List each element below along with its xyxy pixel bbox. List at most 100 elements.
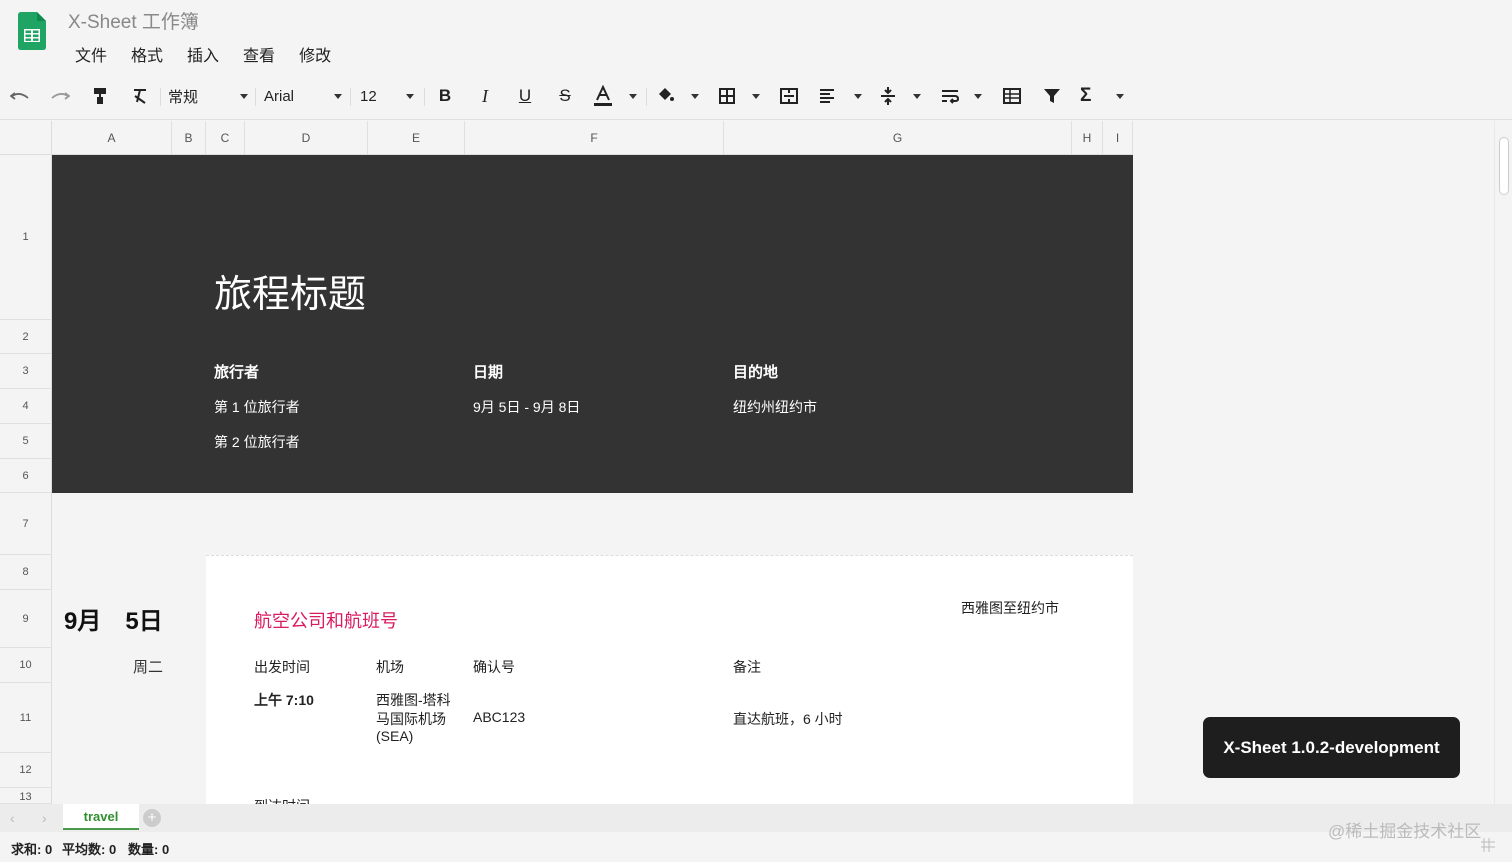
font-size-select[interactable]: 12 [360,84,414,108]
number-format-select[interactable]: 常规 [168,84,248,108]
italic-icon[interactable]: I [473,84,497,108]
airport-value-line-1[interactable]: 西雅图-塔科 [376,690,451,710]
chevron-down-icon [629,93,637,99]
borders-icon[interactable] [718,84,760,108]
number-format-value: 常规 [168,88,199,106]
column-header-b[interactable]: B [172,121,206,155]
traveler-2[interactable]: 第 2 位旅行者 [214,432,300,452]
date-value[interactable]: 9月 5日 - 9月 8日 [473,397,580,417]
filter-icon[interactable] [1040,84,1064,108]
date-label[interactable]: 日期 [473,361,503,382]
route-text[interactable]: 西雅图至纽约市 [961,598,1059,618]
airport-label[interactable]: 机场 [376,657,404,677]
confirmation-label[interactable]: 确认号 [473,657,515,677]
destination-label[interactable]: 目的地 [733,361,778,382]
arrival-time-label[interactable]: 到达时间 [254,796,310,804]
departure-time-label[interactable]: 出发时间 [254,657,310,677]
column-header-a[interactable]: A [52,121,172,155]
paint-format-icon[interactable] [88,84,112,108]
row-header-10[interactable]: 10 [0,648,52,683]
toolbar-divider [160,88,161,106]
clear-format-icon[interactable] [128,84,152,108]
text-color-icon[interactable] [593,84,637,108]
traveler-label[interactable]: 旅行者 [214,361,259,382]
sheets-logo-icon [18,12,46,50]
menu-edit[interactable]: 修改 [299,42,331,66]
row-header-8[interactable]: 8 [0,555,52,590]
vertical-align-icon[interactable] [879,84,921,108]
text-wrap-icon[interactable] [940,84,982,108]
airport-value-line-2[interactable]: 马国际机场 [376,709,446,729]
merge-cells-icon[interactable] [777,84,801,108]
fill-color-icon[interactable] [655,84,699,108]
workbook-title[interactable]: X-Sheet 工作簿 [68,7,199,34]
notes-value[interactable]: 直达航班，6 小时 [733,709,843,729]
column-header-e[interactable]: E [368,121,465,155]
row-header-11[interactable]: 11 [0,683,52,753]
column-header-h[interactable]: H [1072,121,1103,155]
airport-value-line-3[interactable]: (SEA) [376,728,413,744]
flight-title[interactable]: 航空公司和航班号 [254,607,398,633]
row-header-4[interactable]: 4 [0,389,52,424]
row-header-1[interactable]: 1 [0,155,52,320]
status-count: 数量: 0 [128,842,170,857]
sheet-grid[interactable]: A B C D E F G H I 1 2 3 4 5 6 7 8 9 10 1… [0,121,1494,804]
spreadsheet-app: X-Sheet 工作簿 文件 格式 插入 查看 修改 常规 Arial 12 B… [0,0,1512,862]
vertical-scrollbar[interactable] [1494,121,1512,804]
chevron-down-icon [1116,93,1124,99]
column-header-c[interactable]: C [206,121,245,155]
chevron-down-icon [854,93,862,99]
freeze-icon[interactable] [1000,84,1024,108]
font-family-select[interactable]: Arial [264,84,342,108]
font-family-value: Arial [264,87,295,105]
row-header-12[interactable]: 12 [0,753,52,788]
row-header-7[interactable]: 7 [0,493,52,555]
toolbar-divider [255,88,256,106]
font-size-value: 12 [360,87,377,105]
sum-icon[interactable]: Σ [1080,84,1124,108]
sheet-tab-travel[interactable]: travel [63,804,139,830]
row-header-5[interactable]: 5 [0,424,52,459]
menu-file[interactable]: 文件 [75,42,107,66]
column-header-d[interactable]: D [245,121,368,155]
column-header-i[interactable]: I [1103,121,1133,155]
menu-format[interactable]: 格式 [131,42,163,66]
menu-insert[interactable]: 插入 [187,42,219,66]
row-header-3[interactable]: 3 [0,354,52,389]
status-bar: 求和: 0 平均数: 0 数量: 0 [0,832,1512,862]
row-header-13[interactable]: 13 [0,788,52,804]
row-header-2[interactable]: 2 [0,320,52,354]
align-left-icon[interactable] [818,84,862,108]
chevron-right-icon[interactable]: › [42,810,47,826]
notes-label[interactable]: 备注 [733,657,761,677]
destination-value[interactable]: 纽约州纽约市 [733,397,817,417]
trip-title[interactable]: 旅程标题 [214,263,366,318]
add-sheet-icon[interactable]: + [143,809,161,827]
underline-icon[interactable]: U [513,84,537,108]
strikethrough-icon[interactable]: S [553,84,577,108]
traveler-1[interactable]: 第 1 位旅行者 [214,397,300,417]
day-date[interactable]: 9月 5日 [64,601,163,636]
grid-corner[interactable] [0,121,52,155]
chevron-down-icon [752,93,760,99]
row-header-6[interactable]: 6 [0,459,52,493]
chevron-left-icon[interactable]: ‹ [10,810,15,826]
column-header-f[interactable]: F [465,121,724,155]
chevron-down-icon [406,93,414,99]
redo-icon[interactable] [48,84,72,108]
scrollbar-thumb[interactable] [1499,137,1509,195]
sheet-tabs-bar: ‹ › travel + [0,804,1512,832]
bold-icon[interactable]: B [433,84,457,108]
column-header-g[interactable]: G [724,121,1072,155]
confirmation-value[interactable]: ABC123 [473,709,525,725]
departure-time-value[interactable]: 上午 7:10 [254,690,314,710]
status-average: 平均数: 0 [62,842,117,857]
menu-view[interactable]: 查看 [243,42,275,66]
day-weekday[interactable]: 周二 [133,656,163,677]
chevron-down-icon [913,93,921,99]
resize-grip-icon[interactable] [1480,837,1496,853]
row-header-9[interactable]: 9 [0,590,52,648]
trip-banner: 旅程标题 旅行者 第 1 位旅行者 第 2 位旅行者 日期 9月 5日 - 9月… [52,155,1133,493]
undo-icon[interactable] [8,84,32,108]
toolbar-divider [350,88,351,106]
